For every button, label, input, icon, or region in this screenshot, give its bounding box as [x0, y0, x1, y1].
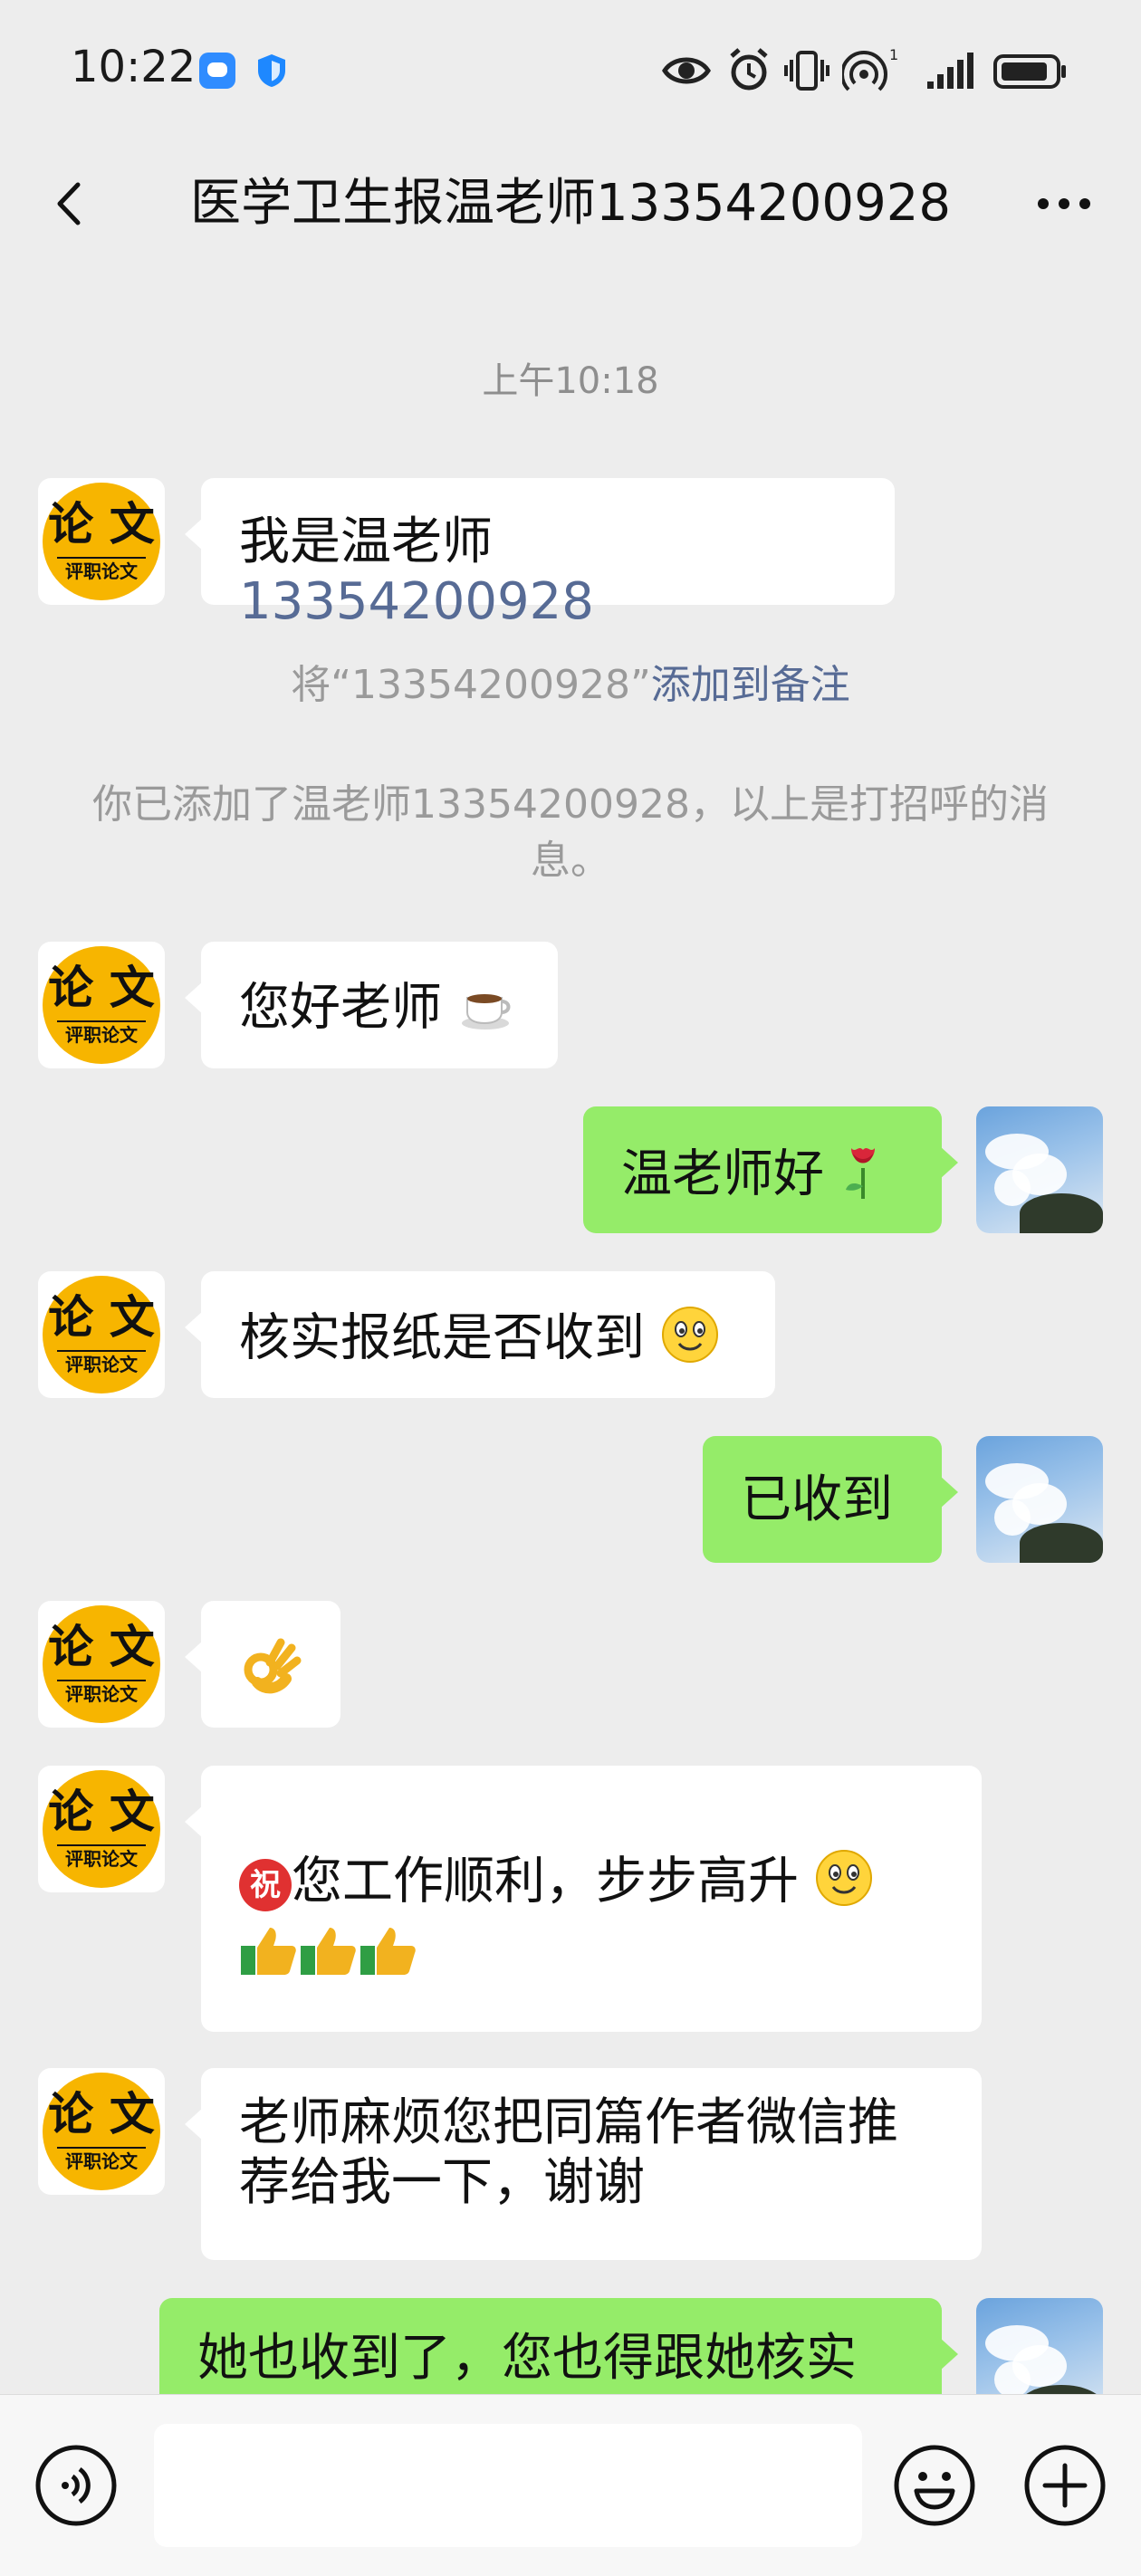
- avatar-text-big: 论 文: [48, 961, 155, 1014]
- avatar-text-small: 评职论文: [57, 1350, 146, 1375]
- contact-avatar[interactable]: 论 文 评职论文: [38, 1601, 165, 1728]
- chat-title: 医学卫生报温老师13354200928: [190, 174, 951, 233]
- message-timestamp: 上午10:18: [482, 360, 659, 402]
- message-bubble-incoming[interactable]: 祝您工作顺利，步步高升: [185, 1766, 982, 2032]
- system-note-added: 你已添加了温老师13354200928，以上是打招呼的消息。: [92, 781, 1049, 884]
- blessing-badge-icon: 祝: [239, 1858, 292, 1911]
- message-bubble-outgoing[interactable]: 温老师好: [583, 1106, 958, 1233]
- sky-photo-image: [976, 1436, 1103, 1563]
- message-bubble-incoming[interactable]: 核实报纸是否收到: [185, 1271, 775, 1398]
- more-dots-icon[interactable]: [1023, 172, 1105, 235]
- alarm-icon: [726, 45, 772, 96]
- system-note-remark: 将“13354200928”添加到备注: [91, 657, 1050, 713]
- message-bubble-incoming[interactable]: 您好老师: [185, 942, 558, 1068]
- smile-emoji-icon: [661, 1306, 719, 1377]
- back-chevron-icon[interactable]: [43, 172, 107, 235]
- contact-avatar[interactable]: 论 文 评职论文: [38, 478, 165, 605]
- vibrate-icon: [784, 45, 829, 96]
- tree-silhouette: [1020, 1523, 1103, 1563]
- tree-silhouette: [1020, 1193, 1103, 1233]
- emoji-icon[interactable]: [891, 2442, 978, 2529]
- status-time: 10:22: [71, 42, 197, 92]
- avatar-text-big: 论 文: [48, 2087, 155, 2140]
- chat-header: 医学卫生报温老师13354200928: [0, 145, 1141, 263]
- message-text: 您好老师: [239, 978, 442, 1038]
- voice-icon[interactable]: [33, 2442, 120, 2529]
- avatar-text-big: 论 文: [48, 497, 155, 551]
- message-bubble-incoming[interactable]: 我是温老师 13354200928: [185, 478, 895, 631]
- avatar-logo: 论 文 评职论文: [43, 1770, 160, 1888]
- thumbs-up-row: [239, 1924, 944, 1992]
- message-app-icon: [199, 53, 235, 89]
- avatar-text-big: 论 文: [48, 1785, 155, 1838]
- thumbs-up-icon: [239, 1924, 299, 1992]
- avatar-logo: 论 文 评职论文: [43, 2073, 160, 2190]
- signal-label: 1: [889, 46, 898, 63]
- avatar-text-big: 论 文: [48, 1290, 155, 1344]
- shield-icon: [255, 53, 288, 89]
- message-bubble-incoming[interactable]: [185, 1601, 340, 1728]
- ok-hand-icon: [239, 1635, 302, 1709]
- input-bar: [0, 2394, 1141, 2576]
- self-avatar[interactable]: [976, 1436, 1103, 1563]
- status-bar: 10:22 1: [0, 0, 1141, 145]
- avatar-text-small: 评职论文: [57, 557, 146, 582]
- smile-emoji-icon: [815, 1849, 873, 1920]
- avatar-text-small: 评职论文: [57, 1680, 146, 1705]
- avatar-logo: 论 文 评职论文: [43, 1276, 160, 1393]
- thumbs-up-icon: [299, 1924, 359, 1992]
- coffee-cup-icon: [458, 976, 514, 1046]
- avatar-text-small: 评职论文: [57, 1020, 146, 1046]
- system-note-prefix: 将“13354200928”: [291, 662, 651, 708]
- contact-avatar[interactable]: 论 文 评职论文: [38, 1766, 165, 1892]
- message-text: 温老师好: [621, 1144, 824, 1204]
- message-input[interactable]: [154, 2424, 862, 2547]
- battery-icon: [992, 45, 1069, 96]
- avatar-text-small: 评职论文: [57, 1844, 146, 1870]
- avatar-logo: 论 文 评职论文: [43, 1605, 160, 1723]
- contact-avatar[interactable]: 论 文 评职论文: [38, 2068, 165, 2195]
- message-text: 核实报纸是否收到: [239, 1308, 645, 1368]
- message-text: 她也收到了，您也得跟她核实: [197, 2329, 857, 2388]
- avatar-text-big: 论 文: [48, 1620, 155, 1673]
- avatar-logo: 论 文 评职论文: [43, 483, 160, 600]
- add-remark-link[interactable]: 添加到备注: [651, 662, 850, 708]
- message-text: 已收到: [741, 1470, 893, 1529]
- contact-avatar[interactable]: 论 文 评职论文: [38, 942, 165, 1068]
- message-text: 您工作顺利，步步高升: [292, 1852, 799, 1911]
- status-icons: 1: [661, 45, 1069, 96]
- avatar-text-small: 评职论文: [57, 2147, 146, 2172]
- message-bubble-outgoing[interactable]: 已收到: [703, 1436, 958, 1563]
- message-bubble-incoming[interactable]: 老师麻烦您把同篇作者微信推荐给我一下，谢谢: [185, 2068, 982, 2260]
- hotspot-icon: 1: [840, 45, 902, 96]
- contact-avatar[interactable]: 论 文 评职论文: [38, 1271, 165, 1398]
- self-avatar[interactable]: [976, 1106, 1103, 1233]
- message-text: 我是温老师: [239, 512, 493, 571]
- message-text: 老师麻烦您把同篇作者微信推荐给我一下，谢谢: [239, 2093, 898, 2212]
- phone-number-link[interactable]: 13354200928: [239, 572, 594, 631]
- signal-icon: [915, 45, 980, 96]
- thumbs-up-icon: [359, 1924, 418, 1992]
- rose-icon: [840, 1141, 886, 1214]
- avatar-logo: 论 文 评职论文: [43, 946, 160, 1064]
- plus-icon[interactable]: [1021, 2442, 1108, 2529]
- sky-photo-image: [976, 1106, 1103, 1233]
- eye-icon: [661, 45, 712, 96]
